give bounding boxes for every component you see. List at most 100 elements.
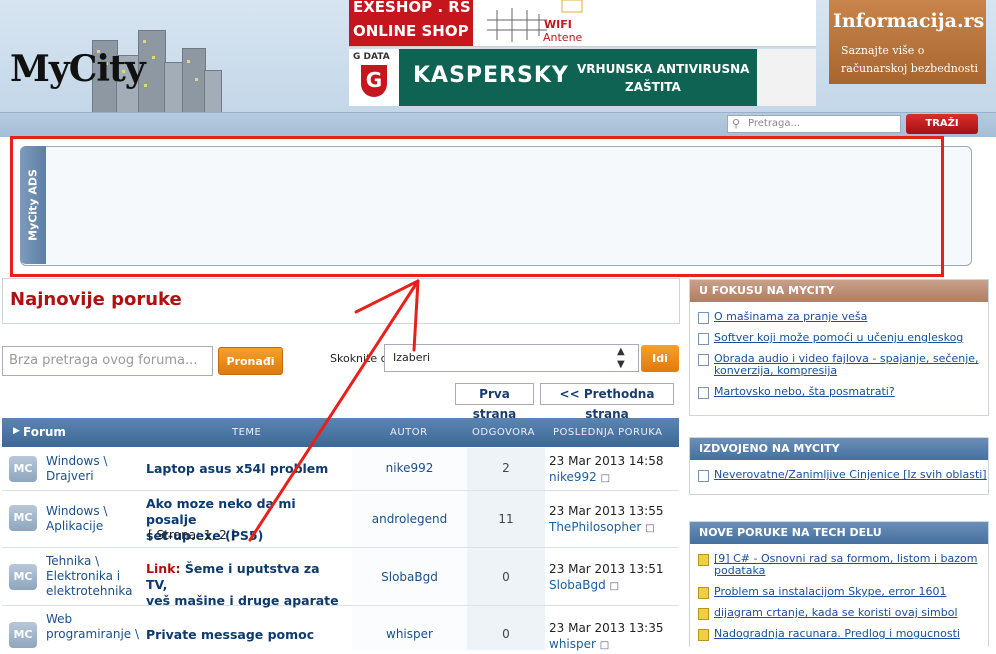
note-icon — [698, 554, 709, 566]
forum-link[interactable]: Tehnika \ Elektronika i elektrotehnika — [46, 554, 146, 599]
last-post-user[interactable]: whisper — [549, 637, 596, 651]
last-post-user[interactable]: ThePhilosopher — [549, 520, 641, 534]
last-post-date: 23 Mar 2013 13:35 — [549, 621, 664, 635]
sidebar-featured-item-label[interactable]: Neverovatne/Zanimljive Cinjenice [Iz svi… — [714, 468, 987, 481]
note-icon — [698, 608, 709, 620]
first-page-button[interactable]: Prva strana — [455, 383, 534, 421]
forum-name-line1[interactable]: Windows \ — [46, 454, 107, 468]
forum-quick-search-input[interactable]: Brza pretraga ovog foruma... — [2, 346, 213, 376]
sidebar-focus-item-label[interactable]: O mašinama za pranje veša — [714, 310, 867, 323]
forum-link[interactable]: Windows \ Drajveri — [46, 454, 146, 484]
kaspersky-logo: KASPERSKY — [413, 63, 569, 88]
go-to-post-icon[interactable]: □ — [610, 581, 619, 592]
kaspersky-line1: VRHUNSKA ANTIVIRUSNA — [577, 62, 750, 76]
topic-link[interactable]: Private message pomoc — [146, 627, 344, 643]
forum-name-line2[interactable]: Drajveri — [46, 469, 94, 483]
informacija-title: Informacija.rs — [833, 10, 985, 32]
table-header: ▶ Forum TEME AUTOR ODGOVORA POSLEDNJA PO… — [2, 418, 679, 447]
triangle-right-icon: ▶ — [13, 426, 20, 436]
sidebar-tech-item[interactable]: [9] C# - Osnovni rad sa formom, listom i… — [698, 553, 994, 577]
site-logo[interactable]: MyCity — [10, 48, 146, 90]
author-link[interactable]: whisper — [354, 627, 465, 641]
topic-prefix: Link: — [146, 561, 181, 576]
sidebar-focus-item[interactable]: Martovsko nebo, šta posmatrati? — [698, 385, 994, 399]
forum-name-line1[interactable]: Windows \ — [46, 504, 107, 518]
forum-name-line3[interactable]: elektrotehnika — [46, 584, 133, 598]
replies-count: 11 — [498, 512, 514, 526]
sidebar-focus-item[interactable]: O mašinama za pranje veša — [698, 310, 994, 324]
search-icon: ⚲ — [732, 117, 741, 130]
sidebar-tech-item-label[interactable]: Problem sa instalacijom Skype, error 160… — [714, 585, 946, 598]
column-replies: ODGOVORA — [472, 427, 535, 438]
replies-count: 0 — [502, 570, 510, 584]
topic-pages[interactable]: [ Strana: 1, 2 ] — [148, 528, 235, 542]
table-row: MC Windows \ Aplikacije Ako moze neko da … — [2, 491, 679, 548]
forum-name-line2[interactable]: Elektronika i — [46, 569, 120, 583]
forum-name-line2[interactable]: programiranje \ — [46, 627, 139, 641]
forum-icon: MC — [9, 456, 37, 482]
kaspersky-line2: ZAŠTITA — [625, 80, 681, 94]
gdata-label: G DATA — [353, 52, 390, 62]
exeshop-panel: EXESHOP . RS ONLINE SHOP — [349, 0, 473, 46]
document-icon — [698, 354, 709, 366]
forum-link[interactable]: Windows \ Aplikacije — [46, 504, 146, 534]
sidebar-tech-item[interactable]: Nadogradnja racunara. Predlog i mogucnos… — [698, 627, 994, 641]
author-link[interactable]: SlobaBgd — [354, 570, 465, 584]
banner-kaspersky[interactable]: G DATA G KASPERSKY VRHUNSKA ANTIVIRUSNA … — [349, 49, 816, 106]
forum-name-line2[interactable]: Aplikacije — [46, 519, 103, 533]
kaspersky-side-panel — [757, 49, 816, 106]
informacija-line1: Saznajte više o — [841, 44, 925, 57]
replies-count: 2 — [502, 461, 510, 475]
sidebar-tech-item-label[interactable]: dijagram crtanje, kada se koristi ovaj s… — [714, 606, 958, 619]
exeshop-line1: EXESHOP . RS — [353, 0, 471, 16]
go-to-post-icon[interactable]: □ — [645, 523, 654, 534]
sidebar-featured-item[interactable]: Neverovatne/Zanimljive Cinjenice [Iz svi… — [698, 468, 994, 482]
banner-exeshop[interactable]: EXESHOP . RS ONLINE SHOP WIFI Antene — [349, 0, 816, 47]
author-link[interactable]: androlegend — [354, 512, 465, 526]
document-icon — [698, 470, 709, 482]
sidebar-focus-item[interactable]: Obrada audio i video fajlova - spajanje,… — [698, 353, 994, 377]
topic-line1[interactable]: Ako moze neko da mi posalje — [146, 496, 296, 527]
forum-name-line1[interactable]: Web — [46, 612, 72, 626]
forum-name-line1[interactable]: Tehnika \ — [46, 554, 99, 568]
topic-link[interactable]: Laptop asus x54l problem — [146, 461, 344, 477]
sidebar-tech-item-label[interactable]: Nadogradnja racunara. Predlog i mogucnos… — [714, 627, 960, 640]
site-search-button[interactable]: TRAŽI — [906, 114, 978, 134]
site-search-input[interactable]: ⚲ Pretraga... — [727, 115, 901, 133]
sidebar-focus-item-label[interactable]: Softver koji može pomoći u učenju engles… — [714, 331, 963, 344]
sidebar-focus-item[interactable]: Softver koji može pomoći u učenju engles… — [698, 331, 994, 345]
sidebar-tech-box: NOVE PORUKE NA TECH DELU [9] C# - Osnovn… — [689, 521, 989, 647]
forum-link[interactable]: Web programiranje \ — [46, 612, 146, 642]
wifi-label: WIFI — [544, 18, 572, 31]
sidebar-tech-item[interactable]: Problem sa instalacijom Skype, error 160… — [698, 585, 994, 599]
column-last-post: POSLEDNJA PORUKA — [553, 427, 663, 438]
table-row: MC Web programiranje \ Private message po… — [2, 606, 679, 651]
sidebar-focus-title: U FOKUSU NA MYCITY — [690, 280, 988, 302]
annotation-highlight-rectangle — [10, 136, 944, 277]
jump-select[interactable]: Izaberi — [384, 344, 639, 372]
last-post-user[interactable]: nike992 — [549, 470, 597, 484]
banner-informacija[interactable]: Informacija.rs Saznajte više o računarsk… — [829, 0, 986, 84]
find-button[interactable]: Pronađi — [218, 347, 283, 375]
go-to-post-icon[interactable]: □ — [601, 473, 610, 484]
last-post-user[interactable]: SlobaBgd — [549, 578, 606, 592]
note-icon — [698, 587, 709, 599]
sidebar-focus-item-label[interactable]: Martovsko nebo, šta posmatrati? — [714, 385, 895, 398]
sidebar-tech-item[interactable]: dijagram crtanje, kada se koristi ovaj s… — [698, 606, 994, 620]
topic-link[interactable]: Link: Šeme i uputstva za TV, veš mašine i… — [146, 561, 344, 609]
sidebar-focus-item-label[interactable]: Obrada audio i video fajlova - spajanje,… — [714, 352, 979, 377]
document-icon — [698, 387, 709, 399]
go-button[interactable]: Idi — [641, 345, 679, 372]
last-post: 23 Mar 2013 14:58 nike992 □ — [549, 453, 679, 487]
last-post-date: 23 Mar 2013 13:51 — [549, 562, 664, 576]
document-icon — [698, 312, 709, 324]
author-link[interactable]: nike992 — [354, 461, 465, 475]
sidebar-tech-item-label[interactable]: [9] C# - Osnovni rad sa formom, listom i… — [714, 552, 977, 577]
sidebar-featured-title: IZDVOJENO NA MYCITY — [690, 438, 988, 460]
forum-icon: MC — [9, 564, 37, 590]
forum-icon: MC — [9, 622, 37, 648]
last-post: 23 Mar 2013 13:55 ThePhilosopher □ — [549, 503, 679, 537]
previous-page-button[interactable]: << Prethodna strana — [540, 383, 674, 421]
column-topics: TEME — [232, 427, 262, 438]
column-forum[interactable]: Forum — [23, 425, 66, 439]
